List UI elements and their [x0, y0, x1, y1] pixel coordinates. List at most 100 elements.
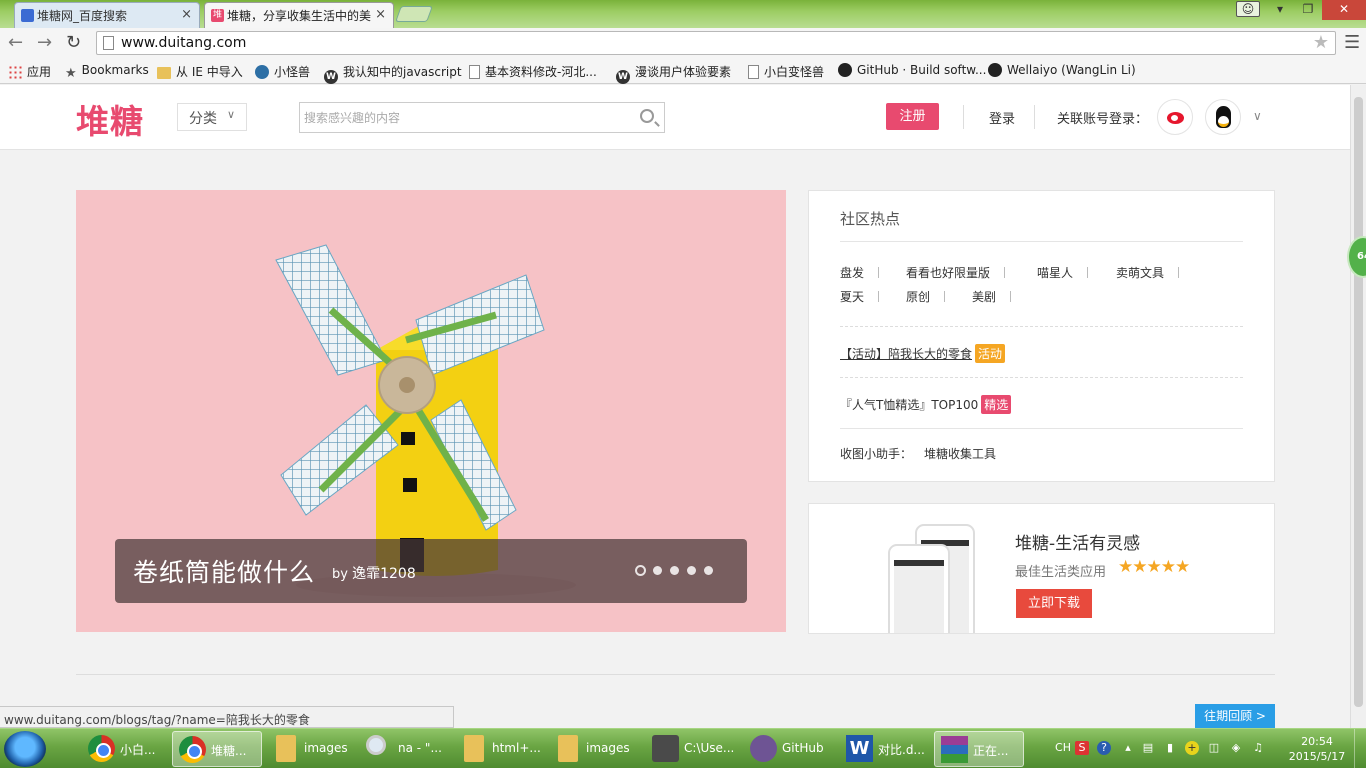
slide-dot-4[interactable]	[687, 566, 696, 575]
bookmark-ie-import[interactable]: 从 IE 中导入	[157, 63, 243, 80]
language-indicator[interactable]: CH	[1053, 741, 1073, 755]
tab-duitang[interactable]: 堆 堆糖，分享收集生活中的美 ×	[204, 2, 394, 28]
category-dropdown[interactable]: 分类 ∨	[177, 103, 247, 131]
hot-tag[interactable]: 美剧	[972, 288, 1012, 305]
bookmark-newbie-monster[interactable]: 小白变怪兽	[748, 63, 824, 80]
download-button[interactable]: 立即下载	[1016, 589, 1092, 618]
register-button[interactable]: 注册	[886, 103, 939, 130]
page-icon	[748, 65, 759, 79]
volume-icon[interactable]: ♫	[1251, 741, 1265, 755]
login-link[interactable]: 登录	[989, 108, 1015, 127]
chevron-down-icon[interactable]: ∨	[1253, 109, 1262, 123]
bookmark-little-monster[interactable]: 小怪兽	[255, 63, 310, 80]
taskbar-item[interactable]: 小白...	[82, 731, 168, 767]
hot-tag[interactable]: 看看也好限量版	[906, 264, 1006, 281]
connect-account-label: 关联账号登录：	[1057, 112, 1149, 127]
bookmark-ux-elements[interactable]: W 漫谈用户体验要素	[616, 63, 731, 84]
new-tab-button[interactable]	[395, 6, 433, 22]
slide-dot-2[interactable]	[653, 566, 662, 575]
help-icon[interactable]: ?	[1097, 741, 1111, 755]
bookmark-javascript[interactable]: W 我认知中的javascript	[324, 63, 462, 84]
bookmark-wellaiyo[interactable]: Wellaiyo (WangLin Li)	[988, 63, 1136, 77]
taskbar-item[interactable]: 堆糖...	[172, 731, 262, 767]
taskbar-item[interactable]: na - "...	[360, 731, 450, 767]
collect-tool-link[interactable]: 堆糖收集工具	[924, 447, 996, 461]
restore-button[interactable]: ❐	[1294, 0, 1322, 20]
start-button[interactable]	[4, 731, 46, 767]
profile-icon[interactable]: ☺	[1236, 1, 1260, 17]
minimize-button[interactable]: ▾	[1266, 0, 1294, 20]
taskbar-item[interactable]: GitHub	[744, 731, 834, 767]
bookmark-apps[interactable]: 应用	[8, 63, 51, 80]
back-arrow-icon[interactable]: ←	[8, 33, 23, 53]
address-bar[interactable]: www.duitang.com ★	[96, 31, 1336, 55]
reload-icon[interactable]: ↻	[66, 33, 81, 53]
bookmarks-bar: 应用 ★ Bookmarks 从 IE 中导入 小怪兽 W 我认知中的javascr…	[0, 58, 1366, 84]
tshirt-pick-link[interactable]: 『人气T恤精选』TOP100 精选	[840, 395, 1012, 414]
apps-icon	[8, 65, 22, 79]
signal-icon[interactable]: ▮	[1163, 741, 1177, 755]
folder-icon	[558, 735, 578, 762]
tab-label: 堆糖，分享收集生活中的美	[227, 9, 372, 23]
event-link[interactable]: 【活动】陪我长大的零食 活动	[840, 344, 1006, 363]
site-header: 堆糖 分类 ∨ 注册 登录 关联账号登录： ∨	[0, 85, 1350, 150]
github-icon	[988, 63, 1002, 77]
window-controls: ☺ ▾ ❐ ✕	[1236, 0, 1366, 20]
taskbar-item[interactable]: C:\Use...	[646, 731, 736, 767]
banner-caption[interactable]: 卷纸筒能做什么 by 逸霏1208	[115, 539, 747, 603]
tray-expand-icon[interactable]: ▴	[1121, 741, 1135, 755]
panel-title: 社区热点	[840, 210, 901, 228]
hamburger-menu-icon[interactable]: ☰	[1344, 32, 1360, 53]
device-icon[interactable]: ◫	[1207, 741, 1221, 755]
bookmark-github[interactable]: GitHub · Build softw...	[838, 63, 986, 77]
forward-arrow-icon[interactable]: →	[37, 33, 52, 53]
clock[interactable]: 20:54 2015/5/17	[1287, 734, 1347, 764]
taskbar-item[interactable]: images	[266, 731, 356, 767]
featured-banner[interactable]: 卷纸筒能做什么 by 逸霏1208	[76, 190, 786, 632]
close-tab-icon[interactable]: ×	[375, 7, 386, 22]
taskbar-item[interactable]: 正在...	[934, 731, 1024, 767]
github-icon	[838, 63, 852, 77]
app-promo-panel: 堆糖-生活有灵感 最佳生活类应用 ★★★★★ 立即下载	[808, 503, 1275, 634]
bookmark-profile-edit[interactable]: 基本资料修改-河北...	[469, 63, 597, 80]
show-desktop-button[interactable]	[1354, 729, 1366, 768]
past-review-button[interactable]: 往期回顾 >	[1195, 704, 1275, 729]
hot-tag[interactable]: 夏天	[840, 288, 880, 305]
search-input[interactable]	[300, 103, 620, 132]
word-icon: W	[846, 735, 873, 762]
qq-login-icon[interactable]	[1205, 99, 1241, 135]
scrollbar-thumb[interactable]	[1354, 97, 1363, 707]
w-icon: W	[324, 70, 338, 84]
browser-tab-strip: 堆糖网_百度搜索 × 堆 堆糖，分享收集生活中的美 × ☺ ▾ ❐ ✕	[0, 0, 1366, 28]
taskbar-item[interactable]: images	[548, 731, 638, 767]
hot-tag[interactable]: 原创	[906, 288, 946, 305]
banner-author[interactable]: by 逸霏1208	[332, 563, 416, 583]
url-text[interactable]: www.duitang.com	[121, 35, 246, 51]
sogou-ime-icon[interactable]: S	[1075, 741, 1089, 755]
security-shield-icon[interactable]: ◈	[1229, 741, 1243, 755]
plus-icon[interactable]: +	[1185, 741, 1199, 755]
page-scrollbar[interactable]	[1350, 85, 1366, 728]
tab-baidu-search[interactable]: 堆糖网_百度搜索 ×	[14, 2, 200, 28]
bookmark-bookmarks[interactable]: ★ Bookmarks	[65, 63, 149, 81]
close-tab-icon[interactable]: ×	[181, 7, 192, 22]
slide-dot-1[interactable]	[635, 565, 646, 576]
banner-title[interactable]: 卷纸筒能做什么	[133, 553, 315, 589]
taskbar-item[interactable]: html+...	[454, 731, 544, 767]
hot-tag[interactable]: 喵星人	[1037, 264, 1089, 281]
pick-badge: 精选	[981, 395, 1012, 414]
bookmark-star-icon[interactable]: ★	[1313, 32, 1329, 53]
collect-helper: 收图小助手： 堆糖收集工具	[840, 447, 997, 461]
duitang-logo[interactable]: 堆糖	[76, 95, 144, 143]
slide-dot-3[interactable]	[670, 566, 679, 575]
slide-dot-5[interactable]	[704, 566, 713, 575]
search-icon[interactable]	[640, 109, 654, 123]
tab-label: 堆糖网_百度搜索	[37, 9, 128, 23]
close-window-button[interactable]: ✕	[1322, 0, 1366, 20]
weibo-login-icon[interactable]	[1157, 99, 1193, 135]
network-icon[interactable]: ▤	[1141, 741, 1155, 755]
taskbar-item[interactable]: W 对比.d...	[840, 731, 930, 767]
chevron-down-icon: ∨	[226, 108, 235, 121]
hot-tag[interactable]: 卖萌文具	[1116, 264, 1180, 281]
hot-tag[interactable]: 盘发	[840, 264, 880, 281]
